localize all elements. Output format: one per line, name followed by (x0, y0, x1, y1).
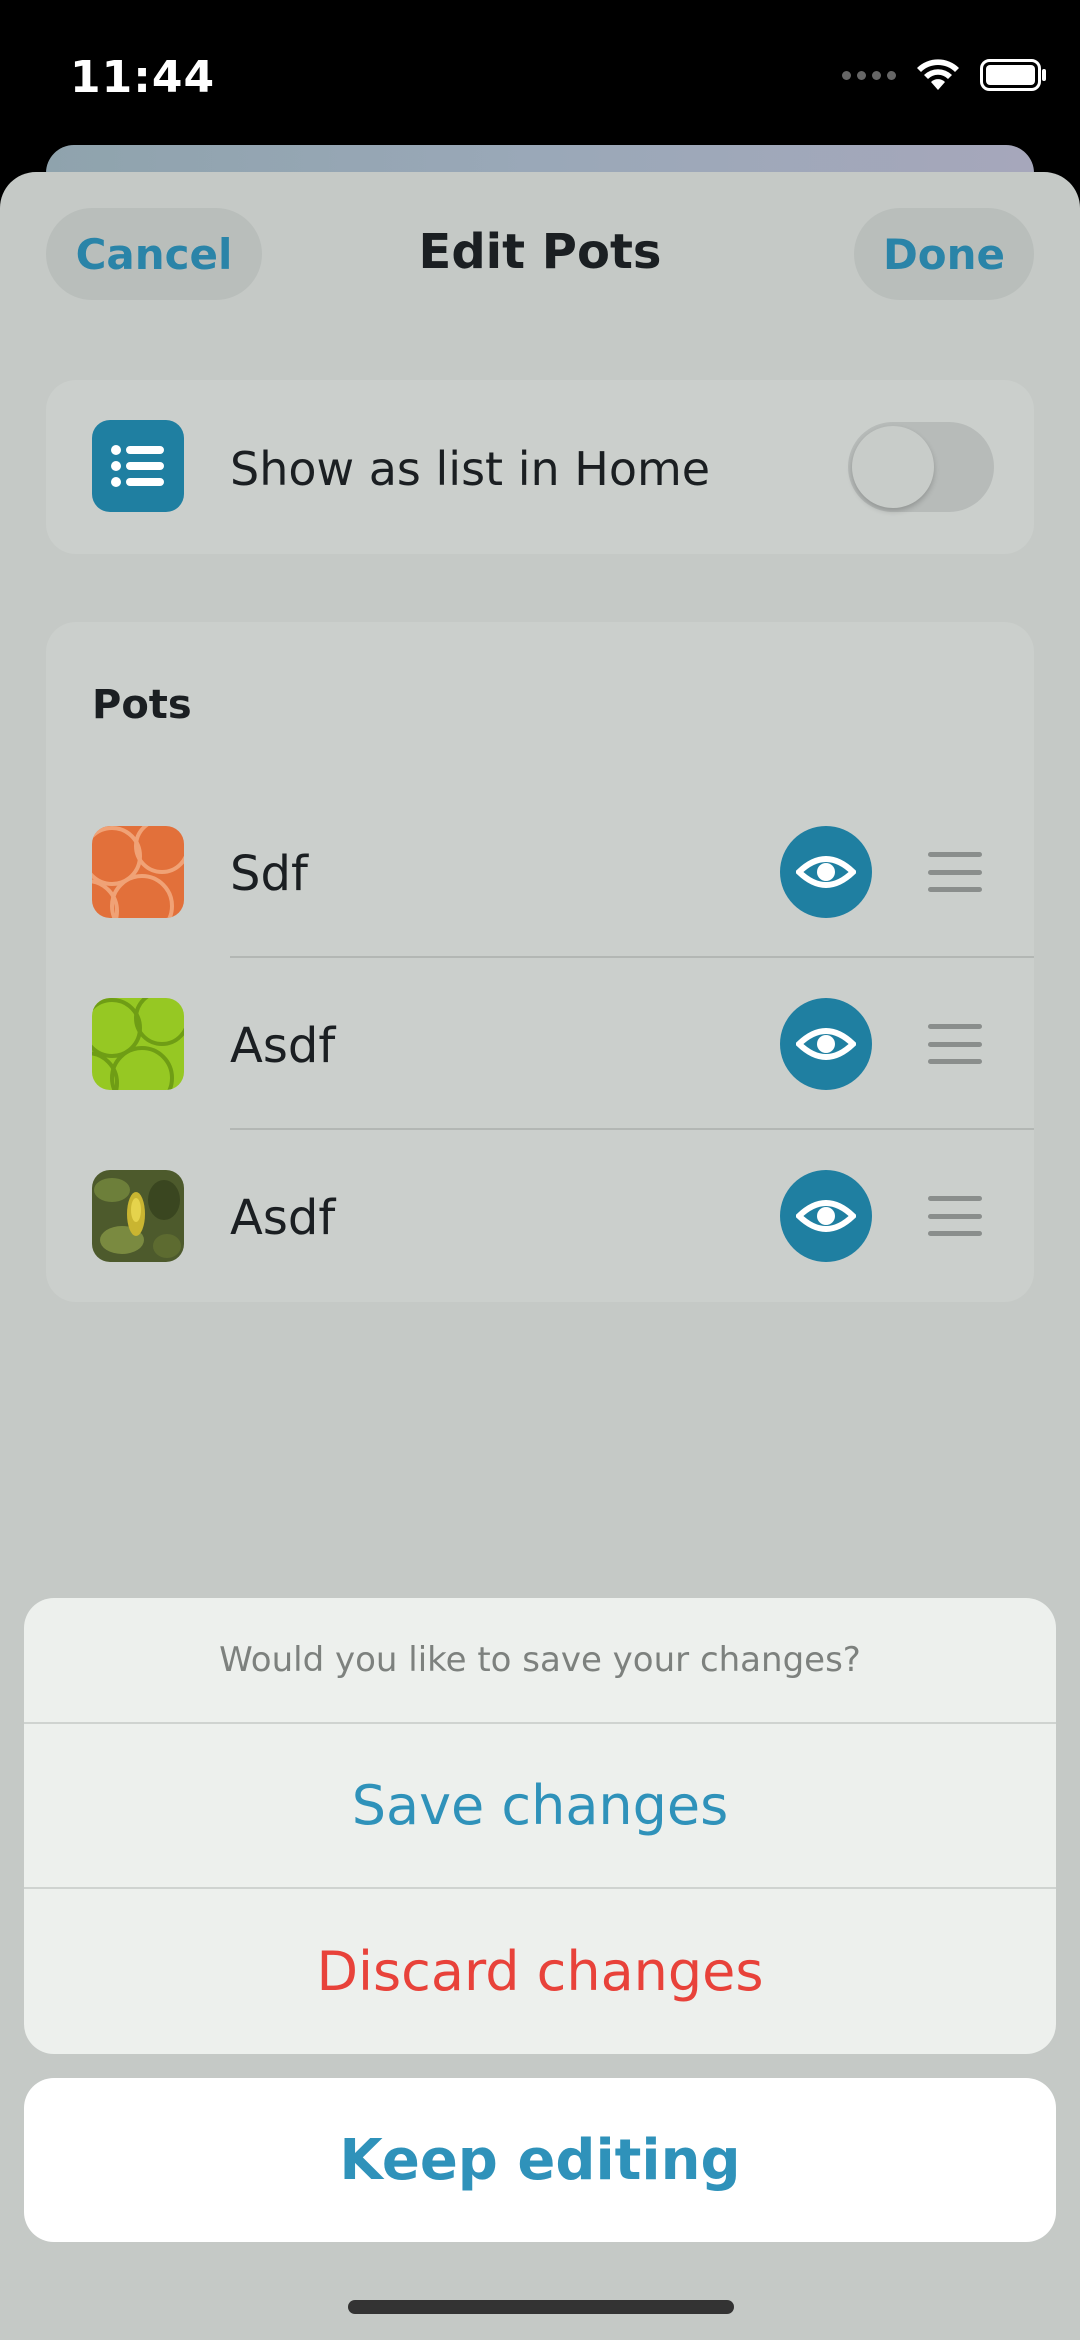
show-as-list-toggle[interactable] (848, 422, 994, 512)
pots-section: Pots Sdf Asdf Asdf (46, 622, 1034, 1302)
visibility-toggle-button[interactable] (780, 1170, 872, 1262)
status-bar: 11:44 (0, 0, 1080, 150)
show-as-list-row: Show as list in Home (46, 380, 1034, 554)
pot-thumbnail (92, 998, 184, 1090)
visibility-toggle-button[interactable] (780, 826, 872, 918)
save-changes-button[interactable]: Save changes (24, 1724, 1056, 1889)
action-sheet-message: Would you like to save your changes? (24, 1598, 1056, 1724)
toggle-knob (852, 426, 934, 508)
eye-icon (796, 856, 856, 888)
pot-photo-thumbnail (92, 1170, 184, 1262)
done-button[interactable]: Done (854, 208, 1034, 300)
pot-name: Asdf (230, 1190, 336, 1246)
pot-row: Sdf (46, 786, 1034, 958)
keep-editing-button[interactable]: Keep editing (24, 2078, 1056, 2242)
pot-thumbnail (92, 826, 184, 918)
pot-name: Asdf (230, 1018, 336, 1074)
discard-changes-button[interactable]: Discard changes (24, 1889, 1056, 2054)
cellular-signal-icon (842, 70, 896, 80)
list-icon (92, 420, 184, 512)
eye-icon (796, 1028, 856, 1060)
pot-row: Asdf (46, 958, 1034, 1130)
drag-handle-icon[interactable] (928, 1024, 982, 1064)
drag-handle-icon[interactable] (928, 1196, 982, 1236)
status-time: 11:44 (70, 52, 216, 103)
visibility-toggle-button[interactable] (780, 998, 872, 1090)
action-sheet: Would you like to save your changes? Sav… (24, 1598, 1056, 2054)
pots-section-header: Pots (92, 682, 192, 728)
battery-icon (980, 59, 1046, 91)
wifi-icon (917, 59, 959, 90)
show-as-list-label: Show as list in Home (230, 442, 711, 496)
pot-name: Sdf (230, 846, 308, 902)
pot-row: Asdf (46, 1130, 1034, 1302)
home-indicator[interactable] (348, 2300, 734, 2314)
eye-icon (796, 1200, 856, 1232)
drag-handle-icon[interactable] (928, 852, 982, 892)
status-icons (842, 58, 1048, 92)
